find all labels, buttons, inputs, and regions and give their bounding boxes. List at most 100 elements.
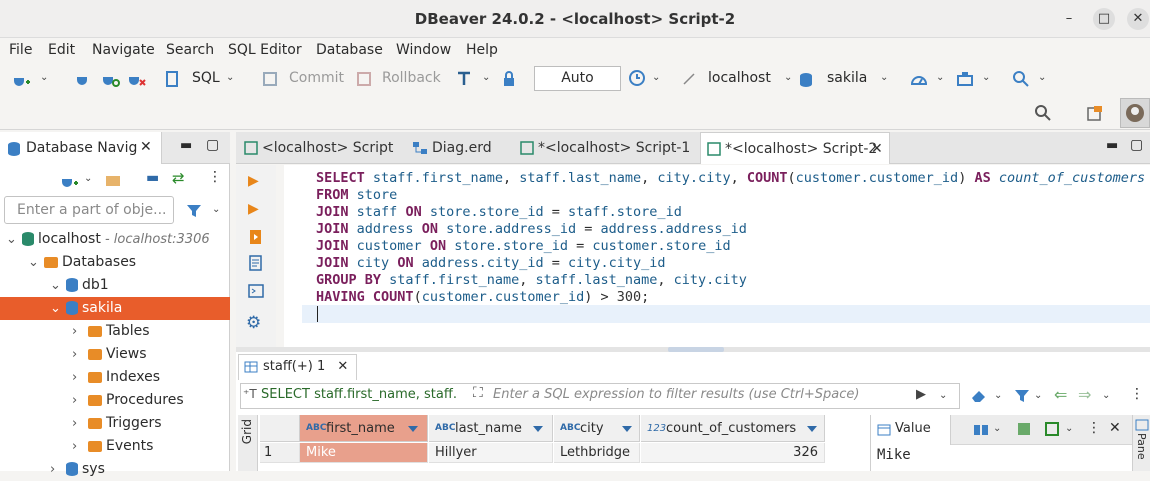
back-icon[interactable]: ⇐ — [1054, 385, 1067, 404]
transaction-mode-icon[interactable] — [456, 70, 472, 88]
avatar[interactable] — [1120, 98, 1150, 128]
maximize-icon[interactable]: ▢ — [1130, 137, 1143, 153]
close-icon[interactable]: ✕ — [871, 133, 883, 165]
chevron-down-icon[interactable]: ⌄ — [880, 72, 890, 83]
chevron-down-icon[interactable]: ⌄ — [993, 423, 1003, 434]
expand-toggle-icon[interactable]: ⌄ — [50, 297, 61, 320]
new-folder-icon[interactable] — [104, 171, 122, 189]
menu-navigate[interactable]: Navigate — [92, 42, 155, 58]
expand-toggle-icon[interactable]: ⌄ — [28, 251, 39, 274]
rollback-button[interactable]: Rollback — [382, 70, 441, 86]
active-connection[interactable]: localhost — [708, 70, 771, 86]
sql-button[interactable]: SQL — [192, 70, 220, 86]
transaction-mode-select[interactable]: Auto — [534, 66, 621, 91]
column-header-last-name[interactable]: ABC last_name — [429, 415, 553, 442]
expand-toggle-icon[interactable]: › — [72, 389, 77, 412]
explain-plan-icon[interactable] — [248, 255, 264, 271]
chevron-down-icon[interactable]: ⌄ — [212, 204, 222, 215]
tree-item-sakila[interactable]: ⌄ sakila — [0, 297, 230, 320]
menu-database[interactable]: Database — [316, 42, 383, 58]
perspective-icon[interactable] — [1086, 104, 1104, 122]
sort-icon[interactable] — [807, 415, 817, 442]
new-connection-icon[interactable] — [60, 171, 78, 189]
menu-sql-editor[interactable]: SQL Editor — [228, 42, 302, 58]
sort-icon[interactable] — [408, 415, 418, 442]
new-connection-icon[interactable] — [12, 70, 30, 88]
grid-cell-last-name[interactable]: Hillyer — [429, 443, 553, 463]
menu-edit[interactable]: Edit — [48, 42, 75, 58]
expand-toggle-icon[interactable]: ⌄ — [50, 274, 61, 297]
value-text[interactable]: Mike — [877, 447, 911, 463]
view-menu-icon[interactable]: ⋮ — [208, 169, 222, 185]
save-icon[interactable] — [1017, 422, 1031, 436]
tree-item-databases[interactable]: ⌄ Databases — [0, 251, 230, 274]
connect-icon[interactable] — [76, 70, 90, 88]
tree-item-sys[interactable]: › sys — [0, 458, 230, 481]
tree-item-db1[interactable]: ⌄ db1 — [0, 274, 230, 297]
panels-toggle[interactable]: Pane — [1132, 415, 1150, 471]
results-tab[interactable]: staff(+) 1 ✕ — [238, 354, 358, 380]
chevron-down-icon[interactable]: ⌄ — [482, 72, 492, 83]
column-header-first-name[interactable]: ABC first_name — [300, 415, 428, 442]
expand-icon[interactable]: ⛶ — [473, 385, 483, 401]
tab-script-1[interactable]: *<localhost> Script-1 — [514, 132, 694, 164]
chevron-down-icon[interactable]: ⌄ — [1102, 390, 1112, 401]
sql-editor-icon[interactable] — [164, 70, 180, 88]
apply-filter-icon[interactable]: ▶ — [916, 387, 926, 402]
execute-script-icon[interactable] — [248, 229, 264, 245]
close-icon[interactable]: ✕ — [337, 359, 348, 374]
tools-icon[interactable] — [956, 70, 974, 88]
grid-mode-toggle[interactable]: Grid — [238, 415, 258, 471]
minimize-button[interactable]: – — [1058, 8, 1080, 30]
row-number[interactable]: 1 — [260, 443, 300, 463]
chevron-down-icon[interactable]: ⌄ — [994, 390, 1004, 401]
menu-search[interactable]: Search — [166, 42, 214, 58]
settings-icon[interactable]: ⚙ — [246, 313, 261, 333]
book-icon[interactable] — [973, 423, 989, 437]
column-header-count[interactable]: 123 count_of_customers — [641, 415, 825, 442]
collapse-all-icon[interactable]: ▬ — [146, 170, 159, 186]
sort-icon[interactable] — [622, 415, 632, 442]
commit-button[interactable]: Commit — [289, 70, 344, 86]
tree-item-localhost[interactable]: ⌄ localhost - localhost:3306 — [0, 228, 230, 251]
expand-toggle-icon[interactable]: ⌄ — [6, 228, 17, 251]
chevron-down-icon[interactable]: ⌄ — [1038, 72, 1048, 83]
expand-toggle-icon[interactable]: › — [72, 412, 77, 435]
save-to-file-icon[interactable] — [1045, 422, 1059, 436]
menu-file[interactable]: File — [9, 42, 32, 58]
query-preview[interactable]: SELECT staff.first_name, staff. — [261, 387, 457, 402]
filter-icon[interactable] — [186, 203, 202, 219]
chevron-down-icon[interactable]: ⌄ — [84, 173, 94, 184]
view-menu-icon[interactable]: ⋮ — [1087, 420, 1101, 436]
chevron-down-icon[interactable]: ⌄ — [982, 72, 992, 83]
forward-icon[interactable]: ⇒ — [1078, 385, 1091, 404]
value-tab[interactable]: Value — [871, 415, 951, 445]
expand-toggle-icon[interactable]: › — [72, 320, 77, 343]
chevron-down-icon[interactable]: ⌄ — [784, 72, 794, 83]
close-button[interactable]: ✕ — [1127, 8, 1149, 30]
tree-item-triggers[interactable]: › Triggers — [0, 412, 230, 435]
link-editor-icon[interactable]: ⇄ — [172, 169, 185, 187]
minimize-icon[interactable]: ▬ — [1106, 138, 1118, 153]
chevron-down-icon[interactable]: ⌄ — [1034, 390, 1044, 401]
active-schema[interactable]: sakila — [827, 70, 867, 86]
navigator-filter-input[interactable]: Enter a part of obje... — [4, 196, 174, 224]
lock-icon[interactable] — [502, 70, 516, 88]
execute-new-tab-icon[interactable]: ▶ — [248, 201, 259, 217]
tree-item-tables[interactable]: › Tables — [0, 320, 230, 343]
maximize-icon[interactable]: ▢ — [206, 137, 219, 153]
grid-cell-city[interactable]: Lethbridge — [554, 443, 640, 463]
search-icon[interactable] — [1034, 104, 1052, 122]
tree-item-indexes[interactable]: › Indexes — [0, 366, 230, 389]
results-filter-input[interactable]: Enter a SQL expression to filter results… — [493, 387, 859, 402]
grid-cell-first-name[interactable]: Mike — [300, 443, 428, 463]
expand-toggle-icon[interactable]: › — [50, 458, 55, 481]
reconnect-icon[interactable] — [102, 70, 120, 88]
sort-icon[interactable] — [533, 415, 543, 442]
expand-toggle-icon[interactable]: › — [72, 366, 77, 389]
tab-diag-erd[interactable]: Diag.erd — [406, 132, 506, 164]
history-icon[interactable] — [628, 69, 646, 87]
navigator-tab[interactable]: Database Navig ✕ — [0, 132, 162, 164]
disconnect-icon[interactable] — [128, 70, 146, 88]
search-icon[interactable] — [1012, 70, 1030, 88]
